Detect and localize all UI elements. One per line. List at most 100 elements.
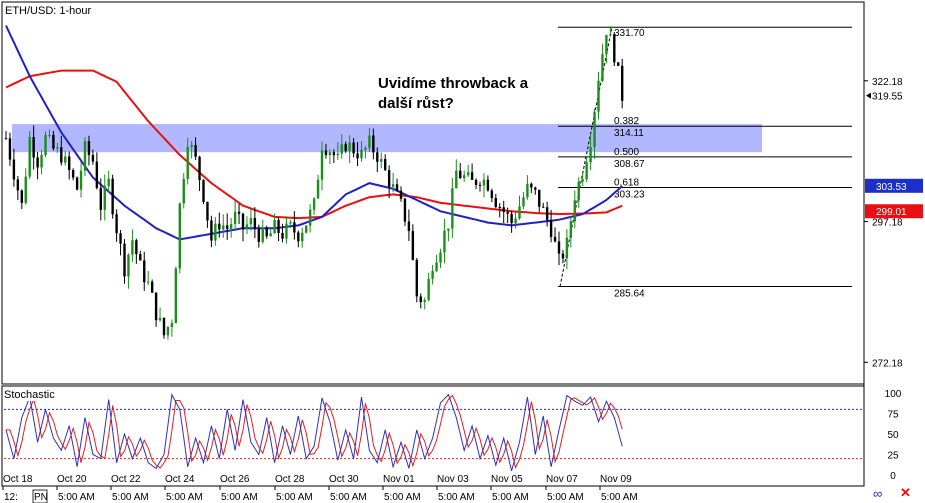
candle-body bbox=[16, 179, 20, 191]
candle-body bbox=[431, 270, 434, 279]
candle-body bbox=[127, 254, 130, 277]
candle-body bbox=[8, 138, 12, 160]
stoch-tick-label: 50 bbox=[887, 430, 899, 441]
candle-body bbox=[549, 219, 553, 237]
candle-body bbox=[581, 179, 584, 182]
candle-body bbox=[542, 206, 545, 208]
candle-body bbox=[249, 218, 253, 225]
candle-body bbox=[324, 150, 328, 156]
stoch-tick-label: 25 bbox=[887, 451, 899, 462]
candle-body bbox=[447, 228, 450, 231]
candle-body bbox=[601, 54, 604, 81]
time-tick-time: 5:00 AM bbox=[112, 492, 149, 503]
fib-low-label: 285.64 bbox=[614, 289, 645, 300]
candle-body bbox=[356, 153, 359, 159]
close-icon[interactable]: ✕ bbox=[900, 485, 911, 501]
candle-body bbox=[407, 221, 411, 231]
price-axis: 322.18 297.18 272.18 319.55 303.53 299.01 bbox=[864, 77, 923, 369]
candle-body bbox=[182, 178, 185, 204]
candle-body bbox=[229, 224, 233, 229]
time-tick-time: 5:00 AM bbox=[492, 492, 529, 503]
candle-body bbox=[597, 80, 600, 112]
time-tick-date: Oct 24 bbox=[165, 474, 195, 485]
candle-body bbox=[206, 201, 209, 221]
candle-body bbox=[312, 198, 316, 210]
candle-body bbox=[289, 222, 292, 224]
annotation-line: Uvidíme throwback a bbox=[378, 75, 529, 92]
candle-body bbox=[308, 209, 312, 226]
candle-body bbox=[474, 179, 478, 185]
candle-body bbox=[285, 223, 288, 239]
candle-body bbox=[411, 230, 415, 260]
link-icon[interactable]: ∞ bbox=[873, 486, 882, 501]
time-tick-time: 5:00 AM bbox=[601, 492, 638, 503]
stoch-tick-label: 100 bbox=[885, 389, 902, 400]
candle-body bbox=[399, 190, 403, 199]
candle-body bbox=[348, 142, 351, 152]
price-tick-label: 272.18 bbox=[872, 358, 903, 369]
time-tick-date: Nov 07 bbox=[546, 474, 578, 485]
chart-title: ETH/USD: 1-hour bbox=[5, 5, 92, 17]
candle-body bbox=[534, 187, 537, 190]
candle-body bbox=[245, 224, 249, 230]
candle-body bbox=[486, 179, 490, 191]
time-tick-time: 5:00 AM bbox=[547, 492, 584, 503]
candle-body bbox=[316, 179, 320, 199]
candle-body bbox=[202, 180, 205, 202]
candle-body bbox=[210, 220, 213, 241]
time-tick-date: Nov 09 bbox=[600, 474, 632, 485]
candle-body bbox=[514, 218, 517, 224]
candle-body bbox=[56, 147, 59, 149]
candle-body bbox=[222, 225, 225, 230]
stochastic-title: Stochastic bbox=[4, 389, 55, 401]
candle-body bbox=[147, 281, 150, 283]
candle-body bbox=[28, 137, 31, 177]
candle-body bbox=[427, 278, 430, 301]
candle-body bbox=[40, 154, 43, 168]
candle-body bbox=[261, 227, 264, 242]
candle-body bbox=[494, 198, 497, 208]
candle-body bbox=[111, 178, 114, 215]
time-tick-time: 5:00 AM bbox=[330, 492, 367, 503]
candle-body bbox=[32, 137, 35, 158]
candle-body bbox=[466, 172, 470, 176]
candle-body bbox=[198, 156, 201, 181]
candle-body bbox=[87, 141, 91, 156]
candle-body bbox=[372, 135, 375, 153]
candle-body bbox=[490, 190, 494, 199]
annotation-line: další růst? bbox=[378, 95, 454, 112]
candle-body bbox=[470, 172, 474, 180]
candle-body bbox=[115, 214, 118, 234]
candle-body bbox=[589, 147, 592, 163]
candle-body bbox=[60, 147, 63, 163]
candle-body bbox=[162, 317, 166, 336]
candle-body bbox=[44, 135, 47, 155]
candle-body bbox=[99, 187, 102, 210]
candle-body bbox=[380, 159, 383, 162]
candle-body bbox=[269, 233, 272, 237]
time-tick-time: 5:00 AM bbox=[438, 492, 475, 503]
candle-body bbox=[328, 152, 332, 156]
candle-body bbox=[340, 144, 343, 154]
candle-body bbox=[621, 65, 624, 101]
candle-body bbox=[119, 233, 122, 244]
candle-body bbox=[297, 232, 300, 242]
candle-body bbox=[522, 197, 525, 207]
candle-body bbox=[186, 146, 189, 179]
candle-body bbox=[415, 259, 418, 297]
candle-body bbox=[241, 213, 245, 230]
candle-body bbox=[154, 292, 158, 321]
time-tick-time: 12: bbox=[4, 492, 18, 503]
candle-body bbox=[478, 184, 482, 186]
time-tick-time: 5:00 AM bbox=[58, 492, 95, 503]
time-tick-date: Oct 28 bbox=[275, 474, 305, 485]
price-badge-label: 303.53 bbox=[876, 182, 907, 193]
candle-body bbox=[435, 262, 438, 271]
candle-body bbox=[613, 34, 616, 63]
candle-body bbox=[277, 219, 280, 233]
candle-body bbox=[332, 152, 336, 156]
candle-body bbox=[451, 188, 454, 229]
candle-body bbox=[403, 198, 407, 222]
candle-body bbox=[281, 232, 284, 239]
candle-body bbox=[273, 219, 276, 234]
